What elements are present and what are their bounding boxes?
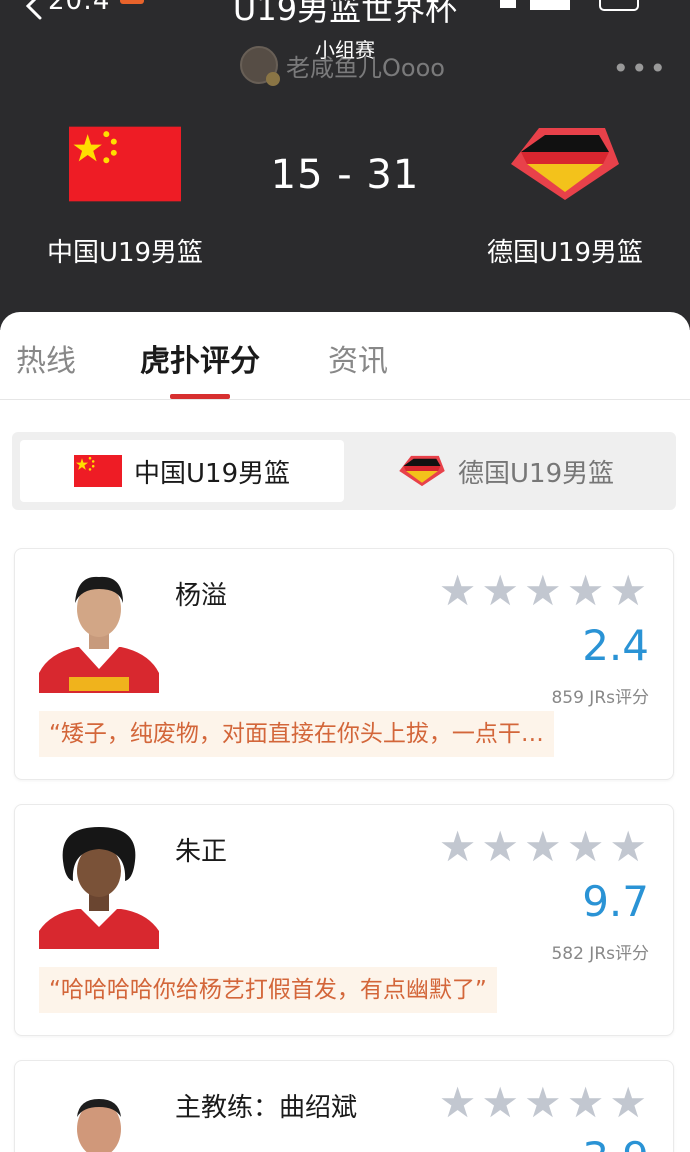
star-icon[interactable]: ★ — [481, 1082, 519, 1124]
star-rating[interactable]: ★ ★ ★ ★ ★ — [439, 826, 647, 868]
player-name: 杨溢 — [175, 581, 228, 611]
star-icon[interactable]: ★ — [609, 570, 647, 612]
player-rating-score: 2.4 — [582, 621, 649, 670]
star-rating[interactable]: ★ ★ ★ ★ ★ — [439, 570, 647, 612]
tab-bar: 热线 虎扑评分 资讯 — [0, 312, 690, 400]
player-rating-card[interactable]: 朱正 ★ ★ ★ ★ ★ 9.7 582 JRs评分 “哈哈哈哈你给杨艺打假首发… — [14, 804, 674, 1036]
top-comment[interactable]: “哈哈哈哈你给杨艺打假首发，有点幽默了” — [39, 967, 497, 1013]
rating-vote-count: 859 JRs评分 — [551, 688, 649, 708]
match-header: 20:4 U19男篮世界杯 小组赛 老咸鱼儿Oooo ••• 中国U19男篮 1… — [0, 0, 690, 330]
away-team-name: 德国U19男篮 — [486, 238, 644, 268]
watermark: 老咸鱼儿Oooo — [240, 46, 445, 86]
watermark-avatar — [240, 46, 280, 86]
germany-team-logo-icon — [399, 455, 445, 487]
star-icon[interactable]: ★ — [567, 826, 605, 868]
player-rating-score: 3.9 — [582, 1133, 649, 1152]
star-icon[interactable]: ★ — [567, 1082, 605, 1124]
match-title: U19男篮世界杯 — [232, 0, 458, 28]
active-tab-indicator — [170, 394, 230, 399]
player-rating-card[interactable]: 杨溢 ★ ★ ★ ★ ★ 2.4 859 JRs评分 “矮子，纯废物，对面直接在… — [14, 548, 674, 780]
tab-hotline[interactable]: 热线 — [16, 336, 76, 380]
coach-photo — [77, 1099, 121, 1152]
team-switcher: 中国U19男篮 德国U19男篮 — [12, 432, 676, 510]
away-team[interactable]: 德国U19男篮 — [470, 126, 660, 269]
content-panel: 热线 虎扑评分 资讯 中国U19男篮 德国U19男篮 杨溢 ★ ★ ★ ★ ★ … — [0, 312, 690, 1152]
star-icon[interactable]: ★ — [439, 570, 477, 612]
star-icon[interactable]: ★ — [524, 826, 562, 868]
top-comment[interactable]: “矮子，纯废物，对面直接在你头上拔，一点干… — [39, 711, 554, 757]
tab-hupu-rating[interactable]: 虎扑评分 — [140, 336, 260, 380]
team-switch-away[interactable]: 德国U19男篮 — [352, 440, 672, 502]
home-team-name: 中国U19男篮 — [46, 238, 204, 268]
star-icon[interactable]: ★ — [524, 570, 562, 612]
rating-vote-count: 582 JRs评分 — [551, 944, 649, 964]
star-icon[interactable]: ★ — [439, 826, 477, 868]
player-photo — [39, 576, 159, 693]
star-icon[interactable]: ★ — [481, 826, 519, 868]
tab-news[interactable]: 资讯 — [328, 336, 388, 380]
team-switch-home[interactable]: 中国U19男篮 — [20, 440, 344, 502]
china-flag-icon — [74, 455, 122, 487]
star-icon[interactable]: ★ — [609, 1082, 647, 1124]
star-icon[interactable]: ★ — [439, 1082, 477, 1124]
star-icon[interactable]: ★ — [481, 570, 519, 612]
star-rating[interactable]: ★ ★ ★ ★ ★ — [439, 1082, 647, 1124]
star-icon[interactable]: ★ — [524, 1082, 562, 1124]
star-icon[interactable]: ★ — [609, 826, 647, 868]
team-switch-away-label: 德国U19男篮 — [458, 458, 615, 489]
player-name: 朱正 — [175, 837, 228, 867]
more-menu-button[interactable]: ••• — [612, 52, 668, 85]
player-rating-card[interactable]: 主教练：曲绍斌 ★ ★ ★ ★ ★ 3.9 — [14, 1060, 674, 1152]
team-switch-home-label: 中国U19男篮 — [134, 458, 291, 489]
player-name: 主教练：曲绍斌 — [175, 1093, 358, 1123]
star-icon[interactable]: ★ — [567, 570, 605, 612]
watermark-text: 老咸鱼儿Oooo — [286, 53, 445, 82]
player-rating-score: 9.7 — [582, 877, 649, 926]
germany-team-logo-icon — [511, 128, 619, 200]
player-photo — [39, 827, 159, 949]
